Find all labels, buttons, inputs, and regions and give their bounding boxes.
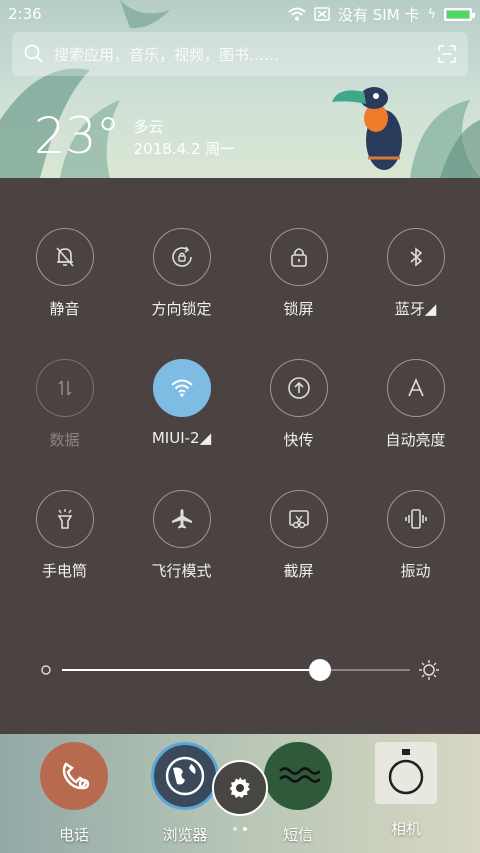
wifi-icon <box>170 379 193 397</box>
search-input[interactable]: 搜索应用，音乐，视频，图书…… <box>54 44 438 65</box>
toggle-lock-screen[interactable]: 锁屏 <box>240 228 357 319</box>
dock-app-messages[interactable]: 短信 <box>258 742 338 845</box>
bluetooth-icon <box>409 247 422 267</box>
lock-icon <box>290 248 307 267</box>
dock-label: 相机 <box>390 820 421 838</box>
charging-icon: ϟ <box>427 6 436 22</box>
flashlight-icon <box>57 509 72 529</box>
status-bar: 2:36 没有 SIM 卡 ϟ <box>0 0 480 28</box>
vibrate-icon <box>404 509 427 529</box>
airplane-icon <box>171 509 192 529</box>
dock-icon-bg <box>151 742 219 810</box>
no-sim-icon <box>314 7 330 21</box>
toggle-auto-brightness[interactable]: 自动亮度 <box>357 359 474 450</box>
toggle-label: 方向锁定 <box>151 300 212 318</box>
toggle-quick-share[interactable]: 快传 <box>240 359 357 450</box>
toggle-circle[interactable] <box>269 359 328 417</box>
toggle-screenshot[interactable]: 截屏 <box>240 490 357 581</box>
scan-icon[interactable] <box>438 45 456 63</box>
gear-icon <box>229 777 250 798</box>
toggle-circle[interactable] <box>269 490 328 548</box>
message-icon <box>279 767 320 783</box>
toggle-label: 数据 <box>49 431 80 449</box>
dock-label: 短信 <box>282 826 313 844</box>
status-time: 2:36 <box>8 5 42 23</box>
dock-app-camera[interactable]: 相机 <box>366 742 446 839</box>
rotation-lock-icon <box>171 246 192 267</box>
toggle-label: 振动 <box>400 562 431 580</box>
toggle-label: 锁屏 <box>283 300 314 318</box>
search-icon <box>24 44 43 63</box>
toggle-circle[interactable] <box>386 228 445 286</box>
phone-icon <box>62 762 90 790</box>
screenshot-icon <box>288 510 309 529</box>
toggle-circle[interactable] <box>35 228 94 286</box>
toggle-label: 截屏 <box>283 562 314 580</box>
toggle-circle[interactable] <box>269 228 328 286</box>
toggle-silent[interactable]: 静音 <box>6 228 123 319</box>
wifi-status-icon <box>288 7 306 21</box>
camera-icon <box>388 749 424 795</box>
weather-widget[interactable]: 23° 多云 2018.4.2 周一 <box>34 108 235 164</box>
toggle-circle[interactable] <box>386 359 445 417</box>
toggle-circle[interactable] <box>386 490 445 548</box>
search-bar[interactable]: 搜索应用，音乐，视频，图书…… <box>12 32 468 76</box>
brightness-high-icon <box>419 660 439 680</box>
toggle-label: 飞行模式 <box>151 562 212 580</box>
toggle-label: 静音 <box>49 300 80 318</box>
toggle-rotation-lock[interactable]: 方向锁定 <box>123 228 240 319</box>
brightness-slider[interactable] <box>40 658 440 682</box>
toggle-label: 蓝牙◢ <box>394 300 437 318</box>
page-dot-active <box>243 827 247 831</box>
weather-date: 2018.4.2 周一 <box>133 140 236 158</box>
toggle-label: 自动亮度 <box>385 431 446 449</box>
settings-button[interactable] <box>212 760 268 816</box>
toggle-vibrate[interactable]: 振动 <box>357 490 474 581</box>
brightness-thumb[interactable] <box>308 659 331 681</box>
auto-brightness-icon <box>407 378 424 397</box>
page-indicator <box>233 827 247 831</box>
dock-icon-bg <box>264 742 332 810</box>
toggle-grid: 静音 方向锁定 锁屏 蓝牙◢ 数据 MIUI-2◢ 快传 自动亮度 手电筒 飞行… <box>0 228 480 581</box>
weather-condition: 多云 <box>133 118 164 136</box>
bell-off-icon <box>55 247 74 267</box>
toucan-illustration <box>332 87 402 170</box>
toggle-mobile-data[interactable]: 数据 <box>6 359 123 450</box>
toggle-circle[interactable] <box>35 359 94 417</box>
dock-label: 电话 <box>58 826 89 844</box>
toggle-circle[interactable] <box>152 490 211 548</box>
brightness-track[interactable] <box>62 659 410 681</box>
toggle-circle[interactable] <box>35 490 94 548</box>
dock-app-phone[interactable]: 电话 <box>34 742 114 845</box>
brightness-low-icon <box>41 665 51 675</box>
toggle-flashlight[interactable]: 手电筒 <box>6 490 123 581</box>
toggle-circle[interactable] <box>152 228 211 286</box>
notification-header: 2:36 没有 SIM 卡 ϟ 搜索应用，音乐，视频，图书…… 23° 多云 2… <box>0 0 480 178</box>
share-icon <box>287 377 310 399</box>
home-dock: 电话 浏览器 短信 相机 <box>0 734 480 853</box>
brightness-fill <box>62 669 320 671</box>
battery-icon <box>444 7 475 21</box>
status-carrier: 没有 SIM 卡 <box>337 5 420 24</box>
toggle-circle[interactable] <box>152 359 211 417</box>
weather-temperature: 23° <box>34 107 121 165</box>
quick-settings-panel: 静音 方向锁定 锁屏 蓝牙◢ 数据 MIUI-2◢ 快传 自动亮度 手电筒 飞行… <box>0 178 480 734</box>
page-dot <box>233 827 237 831</box>
globe-icon <box>165 756 205 796</box>
toggle-label: 手电筒 <box>41 562 87 580</box>
dock-label: 浏览器 <box>162 826 208 844</box>
toggle-label: MIUI-2◢ <box>151 429 212 447</box>
toggle-airplane-mode[interactable]: 飞行模式 <box>123 490 240 581</box>
dock-icon-bg <box>375 742 437 804</box>
toggle-bluetooth[interactable]: 蓝牙◢ <box>357 228 474 319</box>
dock-icon-bg <box>40 742 108 810</box>
toggle-wifi[interactable]: MIUI-2◢ <box>123 359 240 450</box>
data-arrows-icon <box>57 380 72 396</box>
toggle-label: 快传 <box>283 431 314 449</box>
